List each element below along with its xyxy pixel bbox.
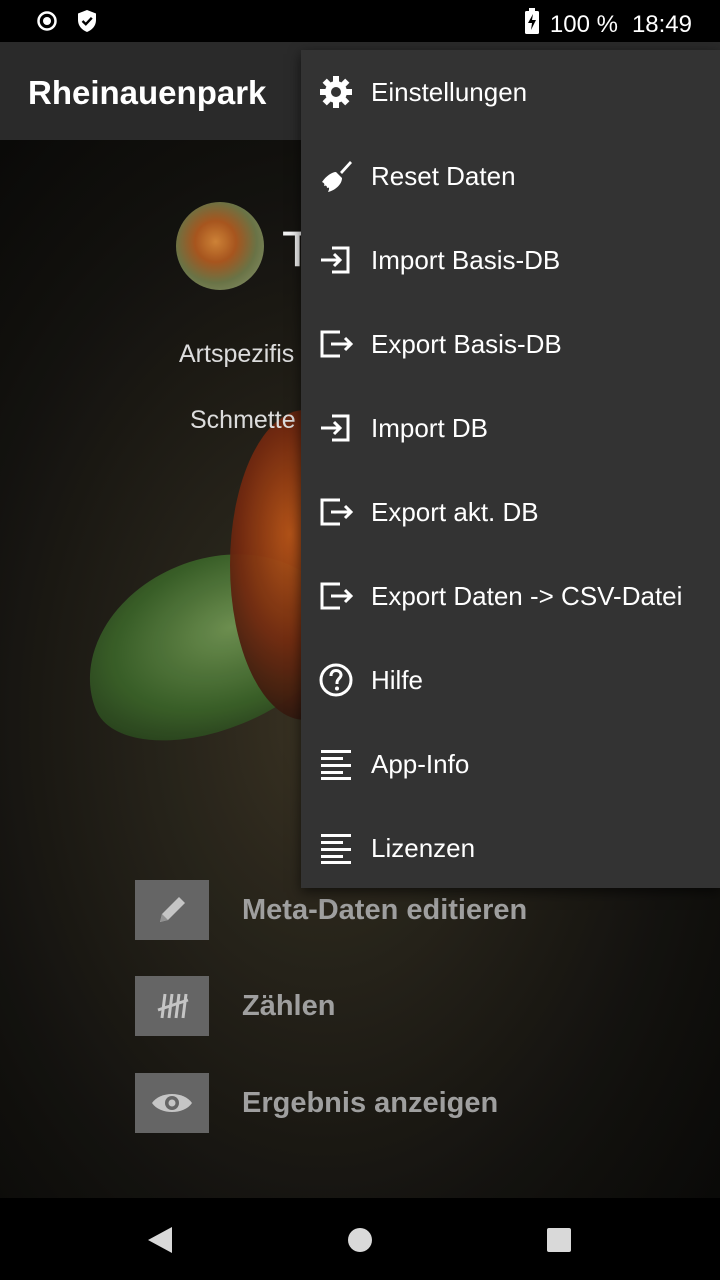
menu-item-reset-data[interactable]: Reset Daten — [301, 134, 720, 218]
menu-item-app-info[interactable]: App-Info — [301, 722, 720, 806]
menu-item-label: App-Info — [371, 748, 470, 779]
import-icon — [317, 241, 355, 279]
battery-level: 100 % — [549, 10, 618, 38]
import-icon — [317, 409, 355, 447]
menu-item-label: Import Basis-DB — [371, 244, 561, 275]
menu-item-label: Export akt. DB — [371, 496, 539, 527]
battery-charging-icon — [524, 8, 540, 41]
menu-item-label: Einstellungen — [371, 76, 528, 107]
menu-item-label: Hilfe — [371, 664, 424, 695]
navigation-bar — [0, 1198, 720, 1280]
app-title: Rheinauenpark — [28, 74, 267, 111]
menu-item-label: Lizenzen — [371, 832, 476, 863]
broom-icon — [317, 157, 355, 195]
record-icon — [36, 10, 58, 37]
text-lines-icon — [317, 745, 355, 783]
menu-item-licenses[interactable]: Lizenzen — [301, 806, 720, 890]
recents-icon[interactable] — [541, 1222, 577, 1258]
export-icon — [317, 577, 355, 615]
text-lines-icon — [317, 829, 355, 867]
home-icon[interactable] — [342, 1222, 378, 1258]
gear-icon — [317, 73, 355, 111]
overflow-menu: Einstellungen Reset Daten Import Basis-D… — [301, 50, 720, 888]
shield-check-icon — [76, 9, 98, 38]
menu-item-import-db[interactable]: Import DB — [301, 386, 720, 470]
help-circle-icon — [317, 661, 355, 699]
export-icon — [317, 325, 355, 363]
clock: 18:49 — [631, 10, 692, 38]
menu-item-export-csv[interactable]: Export Daten -> CSV-Datei — [301, 554, 720, 638]
menu-item-help[interactable]: Hilfe — [301, 638, 720, 722]
menu-item-settings[interactable]: Einstellungen — [301, 50, 720, 134]
menu-item-label: Export Daten -> CSV-Datei — [371, 580, 683, 611]
menu-item-export-base-db[interactable]: Export Basis-DB — [301, 302, 720, 386]
export-icon — [317, 493, 355, 531]
status-bar: 100 % 18:49 — [0, 0, 720, 42]
menu-item-label: Export Basis-DB — [371, 328, 562, 359]
menu-item-label: Reset Daten — [371, 160, 516, 191]
menu-item-export-current-db[interactable]: Export akt. DB — [301, 470, 720, 554]
menu-item-import-base-db[interactable]: Import Basis-DB — [301, 218, 720, 302]
back-icon[interactable] — [142, 1222, 178, 1258]
menu-item-label: Import DB — [371, 412, 489, 443]
